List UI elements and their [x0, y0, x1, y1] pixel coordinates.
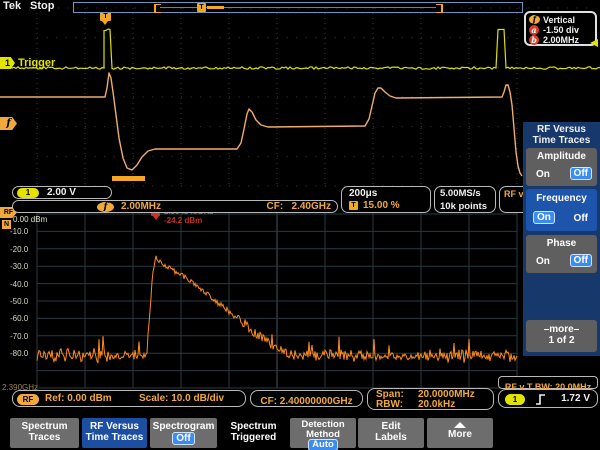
acquisition-readout: 5.00MS/s 10k points — [434, 186, 496, 213]
rising-edge-icon — [535, 393, 547, 406]
knob-b-value: 2.00MHz — [543, 35, 579, 45]
scale-value: Scale: 10.0 dB/div — [139, 393, 224, 405]
trigger-position-marker[interactable]: T — [100, 12, 111, 21]
side-button-frequency[interactable]: Frequency On Off — [526, 189, 597, 231]
record-view-bar[interactable]: T — [73, 2, 523, 13]
acquisition-status: Stop — [30, 0, 54, 12]
spectrum-db-label: -10.0 — [10, 227, 28, 236]
phase-off-option[interactable]: Off — [570, 254, 592, 267]
side-panel-title-line2: Time Traces — [523, 136, 600, 147]
sample-rate-value: 5.00MS/s — [440, 188, 481, 199]
rbw-label: RBW: — [376, 399, 403, 411]
spectrum-ref-label: 0.00 dBm — [13, 215, 47, 224]
phase-on-option[interactable]: On — [536, 256, 550, 267]
frequency-on-option[interactable]: On — [533, 211, 555, 224]
rf-badge: RF — [17, 394, 39, 405]
rf-scale-readout: f 2.00MHz CF: 2.40GHz — [12, 200, 338, 213]
spectrum-db-label: -70.0 — [10, 332, 28, 341]
record-bracket-right-icon — [436, 4, 443, 13]
record-bracket-left-icon — [154, 4, 161, 13]
rbw-value: 20.0kHz — [418, 399, 455, 411]
oscilloscope-screen: Tek Stop T T 1 Trigger f RF N f Vertical… — [0, 0, 600, 450]
record-spectrum-time-icon — [207, 6, 224, 9]
ch1-scale-readout: 1 2.00 V — [12, 186, 112, 199]
timebase-readout: 200μs T 15.00 % — [341, 186, 431, 213]
trigger-readout: 1 1.72 V — [498, 389, 598, 408]
spectrum-db-label: -20.0 — [10, 245, 28, 254]
frequency-off-option[interactable]: Off — [574, 213, 588, 224]
spectrum-trace-indicator: N — [2, 220, 11, 229]
trigger-position-icon: T — [349, 201, 358, 210]
more-label: –more– — [526, 324, 597, 335]
center-frequency-readout: CF: 2.40000000GHz — [250, 390, 363, 407]
ch1-scale-value: 2.00 V — [47, 187, 76, 199]
frequency-label: Frequency — [526, 189, 597, 204]
trigger-level-value: 1.72 V — [561, 393, 590, 405]
reference-marker-tail-icon — [153, 216, 159, 220]
spectrum-db-label: -40.0 — [10, 280, 28, 289]
amplitude-label: Amplitude — [526, 148, 597, 162]
record-length-value: 10k points — [440, 201, 487, 212]
side-button-amplitude[interactable]: Amplitude On Off — [526, 148, 597, 186]
timebase-value: 200μs — [349, 188, 377, 200]
channel1-label: Trigger — [18, 57, 55, 69]
record-trigger-t-icon: T — [197, 3, 206, 12]
knob-a-value: -1.50 div — [543, 25, 579, 35]
spectrum-ref-scale-readout: RF Ref: 0.00 dBm Scale: 10.0 dB/div — [12, 390, 246, 407]
knob-a-icon: a — [529, 25, 539, 35]
rf-scale-value: 2.00MHz — [121, 201, 161, 213]
cf-short-value: CF: 2.40GHz — [267, 201, 331, 213]
side-menu-panel: RF Versus Time Traces Amplitude On Off F… — [523, 122, 600, 356]
vertical-readout-box: f Vertical a -1.50 div b 2.00MHz — [524, 11, 597, 46]
trigger-level-arrow-icon[interactable] — [590, 39, 598, 47]
side-button-phase[interactable]: Phase On Off — [526, 235, 597, 273]
rfvt-bandwidth-readout: RF v T BW: 20.0MHz — [498, 376, 598, 389]
tek-logo: Tek — [3, 0, 21, 12]
spectrum-db-label: -60.0 — [10, 314, 28, 323]
trigger-position-tail-icon — [102, 21, 108, 25]
span-rbw-readout: Span: 20.0000MHz RBW: 20.0kHz — [367, 388, 494, 410]
vertical-title: Vertical — [543, 15, 575, 25]
spectrum-time-bar — [112, 176, 145, 181]
more-page: 1 of 2 — [526, 335, 597, 346]
phase-label: Phase — [526, 235, 597, 249]
spectrum-db-label: -50.0 — [10, 297, 28, 306]
spectrum-db-label: -30.0 — [10, 262, 28, 271]
trigger-source-badge: 1 — [505, 394, 525, 405]
amplitude-off-option[interactable]: Off — [570, 167, 592, 180]
side-panel-title-line1: RF Versus — [523, 125, 600, 136]
frequency-trace-icon: f — [529, 15, 540, 24]
frequency-trace-icon: f — [97, 202, 114, 212]
ref-level-value: Ref: 0.00 dBm — [45, 393, 112, 405]
rf-clip-text: RF v — [504, 189, 524, 199]
spectrum-db-label: -80.0 — [10, 349, 28, 358]
center-frequency-value: CF: 2.40000000GHz — [260, 396, 352, 407]
amplitude-on-option[interactable]: On — [536, 169, 550, 180]
side-button-more[interactable]: –more– 1 of 2 — [526, 320, 597, 352]
marker-amplitude-value: -24.2 dBm — [164, 216, 202, 225]
trigger-position-value: 15.00 % — [363, 200, 400, 212]
ch1-badge: 1 — [17, 188, 39, 198]
knob-b-icon: b — [529, 35, 539, 45]
